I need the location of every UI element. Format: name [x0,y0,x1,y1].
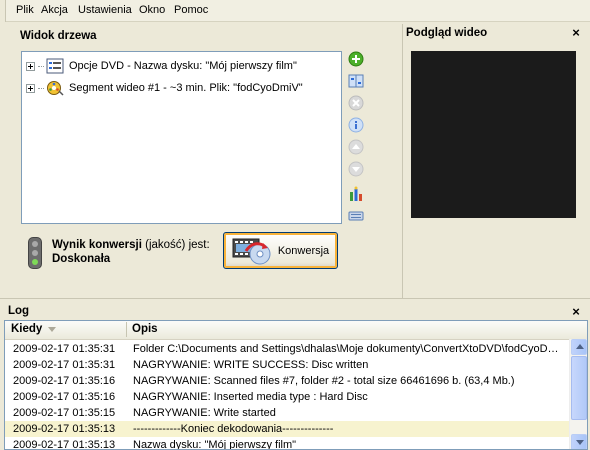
log-table-header: Kiedy Opis [5,321,587,340]
expand-icon[interactable] [26,61,35,71]
menu-ustawienia[interactable]: Ustawienia [78,4,132,16]
log-panel-title: Log [8,305,30,317]
keyboard-icon[interactable] [348,208,364,224]
log-description: NAGRYWANIE: Inserted media type : Hard D… [133,391,368,403]
log-close-icon[interactable]: × [569,304,583,319]
log-row-highlighted[interactable]: 2009-02-17 01:35:13 -------------Koniec … [5,421,569,437]
yellow-light [32,250,38,256]
scroll-up-icon[interactable] [571,339,587,355]
column-divider[interactable] [126,322,127,337]
move-up-icon[interactable] [348,139,364,155]
log-description: NAGRYWANIE: Write started [133,407,276,419]
scroll-down-icon[interactable] [571,434,587,449]
convert-button-label: Konwersja [277,244,330,257]
result-label-quality: (jakość) [145,239,186,251]
panel-splitter[interactable] [0,298,590,302]
log-description: NAGRYWANIE: Scanned files #7, folder #2 … [133,375,515,387]
info-icon[interactable] [348,117,364,133]
convert-film-disc-icon [232,238,271,264]
video-preview-area [411,51,576,218]
move-down-icon[interactable] [348,161,364,177]
menu-plik[interactable]: Plik [16,4,34,16]
red-light [32,241,38,247]
menu-bar: Plik Akcja Ustawienia Okno Pomoc [0,0,590,22]
log-row[interactable]: 2009-02-17 01:35:13 Nazwa dysku: "Mój pi… [5,437,569,450]
add-icon[interactable] [348,51,364,67]
log-description: Folder C:\Documents and Settings\dhalas\… [133,343,565,355]
result-value: Doskonała [52,253,111,265]
tree-connector [38,87,44,89]
log-description: -------------Koniec dekodowania---------… [133,423,334,435]
log-time: 2009-02-17 01:35:16 [13,391,116,403]
log-table: Kiedy Opis 2009-02-17 01:35:31 Folder C:… [4,320,588,450]
conversion-result: Wynik konwersji (jakość) jest: Doskonała [52,238,210,266]
sort-descending-icon [48,327,56,332]
menu-okno[interactable]: Okno [139,4,165,16]
split-icon[interactable] [348,73,364,89]
tree-item-video-segment[interactable]: Segment wideo #1 - ~3 min. Plik: "fodCyo… [26,79,303,97]
quality-traffic-light [28,237,42,269]
log-row[interactable]: 2009-02-17 01:35:31 NAGRYWANIE: WRITE SU… [5,357,569,373]
log-time: 2009-02-17 01:35:31 [13,343,116,355]
log-time: 2009-02-17 01:35:13 [13,423,116,435]
green-light [32,259,38,265]
tree-item-label: Segment wideo #1 - ~3 min. Plik: "fodCyo… [69,82,303,94]
scroll-thumb[interactable] [571,356,587,420]
tree-view[interactable]: Opcje DVD - Nazwa dysku: "Mój pierwszy f… [21,51,342,224]
log-time: 2009-02-17 01:35:31 [13,359,116,371]
result-label-bold: Wynik konwersji [52,239,142,251]
log-description: NAGRYWANIE: WRITE SUCCESS: Disc written [133,359,369,371]
tools-icon[interactable] [348,186,364,202]
column-header-description[interactable]: Opis [132,323,158,335]
menu-grip [0,0,6,22]
convert-button[interactable]: Konwersja [223,232,338,269]
tree-item-label: Opcje DVD - Nazwa dysku: "Mój pierwszy f… [69,60,297,72]
log-time: 2009-02-17 01:35:15 [13,407,116,419]
film-reel-icon [47,81,64,96]
column-header-when[interactable]: Kiedy [11,323,42,335]
menu-akcja[interactable]: Akcja [41,4,68,16]
tree-panel-title: Widok drzewa [20,30,97,42]
log-row[interactable]: 2009-02-17 01:35:31 Folder C:\Documents … [5,341,569,357]
preview-close-icon[interactable]: × [569,25,583,40]
expand-icon[interactable] [26,83,35,93]
log-row[interactable]: 2009-02-17 01:35:16 NAGRYWANIE: Inserted… [5,389,569,405]
log-description: Nazwa dysku: "Mój pierwszy film" [133,439,297,450]
preview-panel-title: Podgląd wideo [406,27,488,39]
log-time: 2009-02-17 01:35:16 [13,375,116,387]
remove-icon[interactable] [348,95,364,111]
log-row[interactable]: 2009-02-17 01:35:15 NAGRYWANIE: Write st… [5,405,569,421]
tree-connector [38,65,44,67]
log-scrollbar[interactable] [569,339,587,449]
log-time: 2009-02-17 01:35:13 [13,439,116,450]
menu-pomoc[interactable]: Pomoc [174,4,208,16]
log-row[interactable]: 2009-02-17 01:35:16 NAGRYWANIE: Scanned … [5,373,569,389]
dvd-options-icon [46,58,64,74]
tree-item-dvd-options[interactable]: Opcje DVD - Nazwa dysku: "Mój pierwszy f… [26,57,297,75]
result-label-suffix: jest: [188,239,210,251]
